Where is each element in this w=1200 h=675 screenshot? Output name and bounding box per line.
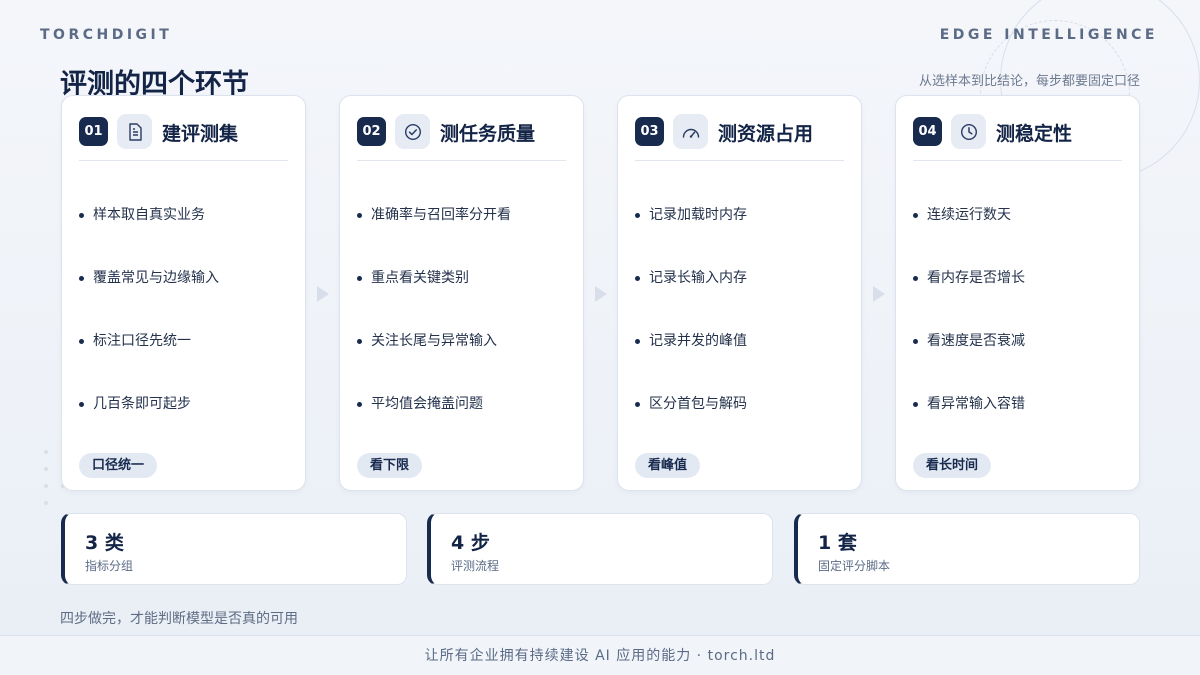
step-card-2: 02 测任务质量 准确率与召回率分开看 重点看关键类别 关注长尾与异常输入 平均… (339, 95, 584, 491)
card-title: 测资源占用 (718, 123, 814, 145)
stat-value: 1 套 (818, 532, 857, 554)
decorative-dot (44, 450, 48, 454)
card-header: 01 建评测集 (79, 114, 288, 161)
stat-label: 固定评分脚本 (818, 559, 891, 573)
step-card-4: 04 测稳定性 连续运行数天 看内存是否增长 看速度是否衰减 看异常输入容错 看… (895, 95, 1140, 491)
card-title: 建评测集 (162, 123, 239, 145)
brand-tagline: EDGE INTELLIGENCE (939, 27, 1158, 43)
footnote: 四步做完，才能判断模型是否真的可用 (60, 611, 298, 627)
step-number-badge: 02 (357, 117, 386, 146)
stat-value: 3 类 (85, 532, 124, 554)
stat-value: 4 步 (451, 532, 490, 554)
bullet-item: 标注口径先统一 (79, 330, 293, 393)
page-subtitle: 从选样本到比结论，每步都要固定口径 (918, 74, 1140, 89)
card-title: 测稳定性 (996, 123, 1073, 145)
slide: TORCHDIGIT EDGE INTELLIGENCE 评测的四个环节 从选样… (0, 0, 1200, 675)
bullet-item: 覆盖常见与边缘输入 (79, 267, 293, 330)
step-arrow-icon (873, 286, 885, 302)
card-tag: 口径统一 (79, 453, 158, 478)
bullet-item: 区分首包与解码 (635, 393, 849, 456)
card-tag: 看下限 (357, 453, 423, 478)
step-number-badge: 04 (913, 117, 942, 146)
stat-card-script: 1 套 固定评分脚本 (794, 513, 1140, 585)
bullet-item: 看异常输入容错 (913, 393, 1127, 456)
bullet-item: 准确率与召回率分开看 (357, 204, 571, 267)
bullet-item: 几百条即可起步 (79, 393, 293, 456)
stat-label: 指标分组 (85, 559, 134, 573)
bullet-item: 重点看关键类别 (357, 267, 571, 330)
document-icon (117, 114, 152, 149)
stat-card-categories: 3 类 指标分组 (61, 513, 407, 585)
step-number-badge: 03 (635, 117, 664, 146)
bullet-list: 准确率与召回率分开看 重点看关键类别 关注长尾与异常输入 平均值会掩盖问题 (357, 204, 571, 456)
bullet-item: 看速度是否衰减 (913, 330, 1127, 393)
bullet-list: 连续运行数天 看内存是否增长 看速度是否衰减 看异常输入容错 (913, 204, 1127, 456)
decorative-dot (44, 467, 48, 471)
clock-icon (951, 114, 986, 149)
step-number-badge: 01 (79, 117, 108, 146)
card-header: 03 测资源占用 (635, 114, 844, 161)
card-header: 04 测稳定性 (913, 114, 1122, 161)
footer-bar: 让所有企业拥有持续建设 AI 应用的能力 · torch.ltd (0, 635, 1200, 675)
bullet-item: 样本取自真实业务 (79, 204, 293, 267)
step-arrow-icon (317, 286, 329, 302)
stat-label: 评测流程 (451, 559, 500, 573)
card-tag: 看峰值 (635, 453, 701, 478)
check-circle-icon (395, 114, 430, 149)
bullet-list: 记录加载时内存 记录长输入内存 记录并发的峰值 区分首包与解码 (635, 204, 849, 456)
decorative-dot (44, 501, 48, 505)
gauge-icon (673, 114, 708, 149)
card-header: 02 测任务质量 (357, 114, 566, 161)
bullet-item: 连续运行数天 (913, 204, 1127, 267)
brand-logo-text: TORCHDIGIT (40, 27, 173, 43)
card-tag: 看长时间 (913, 453, 992, 478)
bullet-item: 看内存是否增长 (913, 267, 1127, 330)
card-title: 测任务质量 (440, 123, 536, 145)
step-arrow-icon (595, 286, 607, 302)
step-card-3: 03 测资源占用 记录加载时内存 记录长输入内存 记录并发的峰值 区分首包与解码… (617, 95, 862, 491)
decorative-dot (44, 484, 48, 488)
bullet-item: 记录并发的峰值 (635, 330, 849, 393)
bullet-item: 平均值会掩盖问题 (357, 393, 571, 456)
bullet-list: 样本取自真实业务 覆盖常见与边缘输入 标注口径先统一 几百条即可起步 (79, 204, 293, 456)
bullet-item: 记录加载时内存 (635, 204, 849, 267)
bullet-item: 关注长尾与异常输入 (357, 330, 571, 393)
step-card-1: 01 建评测集 样本取自真实业务 覆盖常见与边缘输入 标注口径先统一 几百条即可… (61, 95, 306, 491)
stat-card-steps: 4 步 评测流程 (427, 513, 773, 585)
bullet-item: 记录长输入内存 (635, 267, 849, 330)
